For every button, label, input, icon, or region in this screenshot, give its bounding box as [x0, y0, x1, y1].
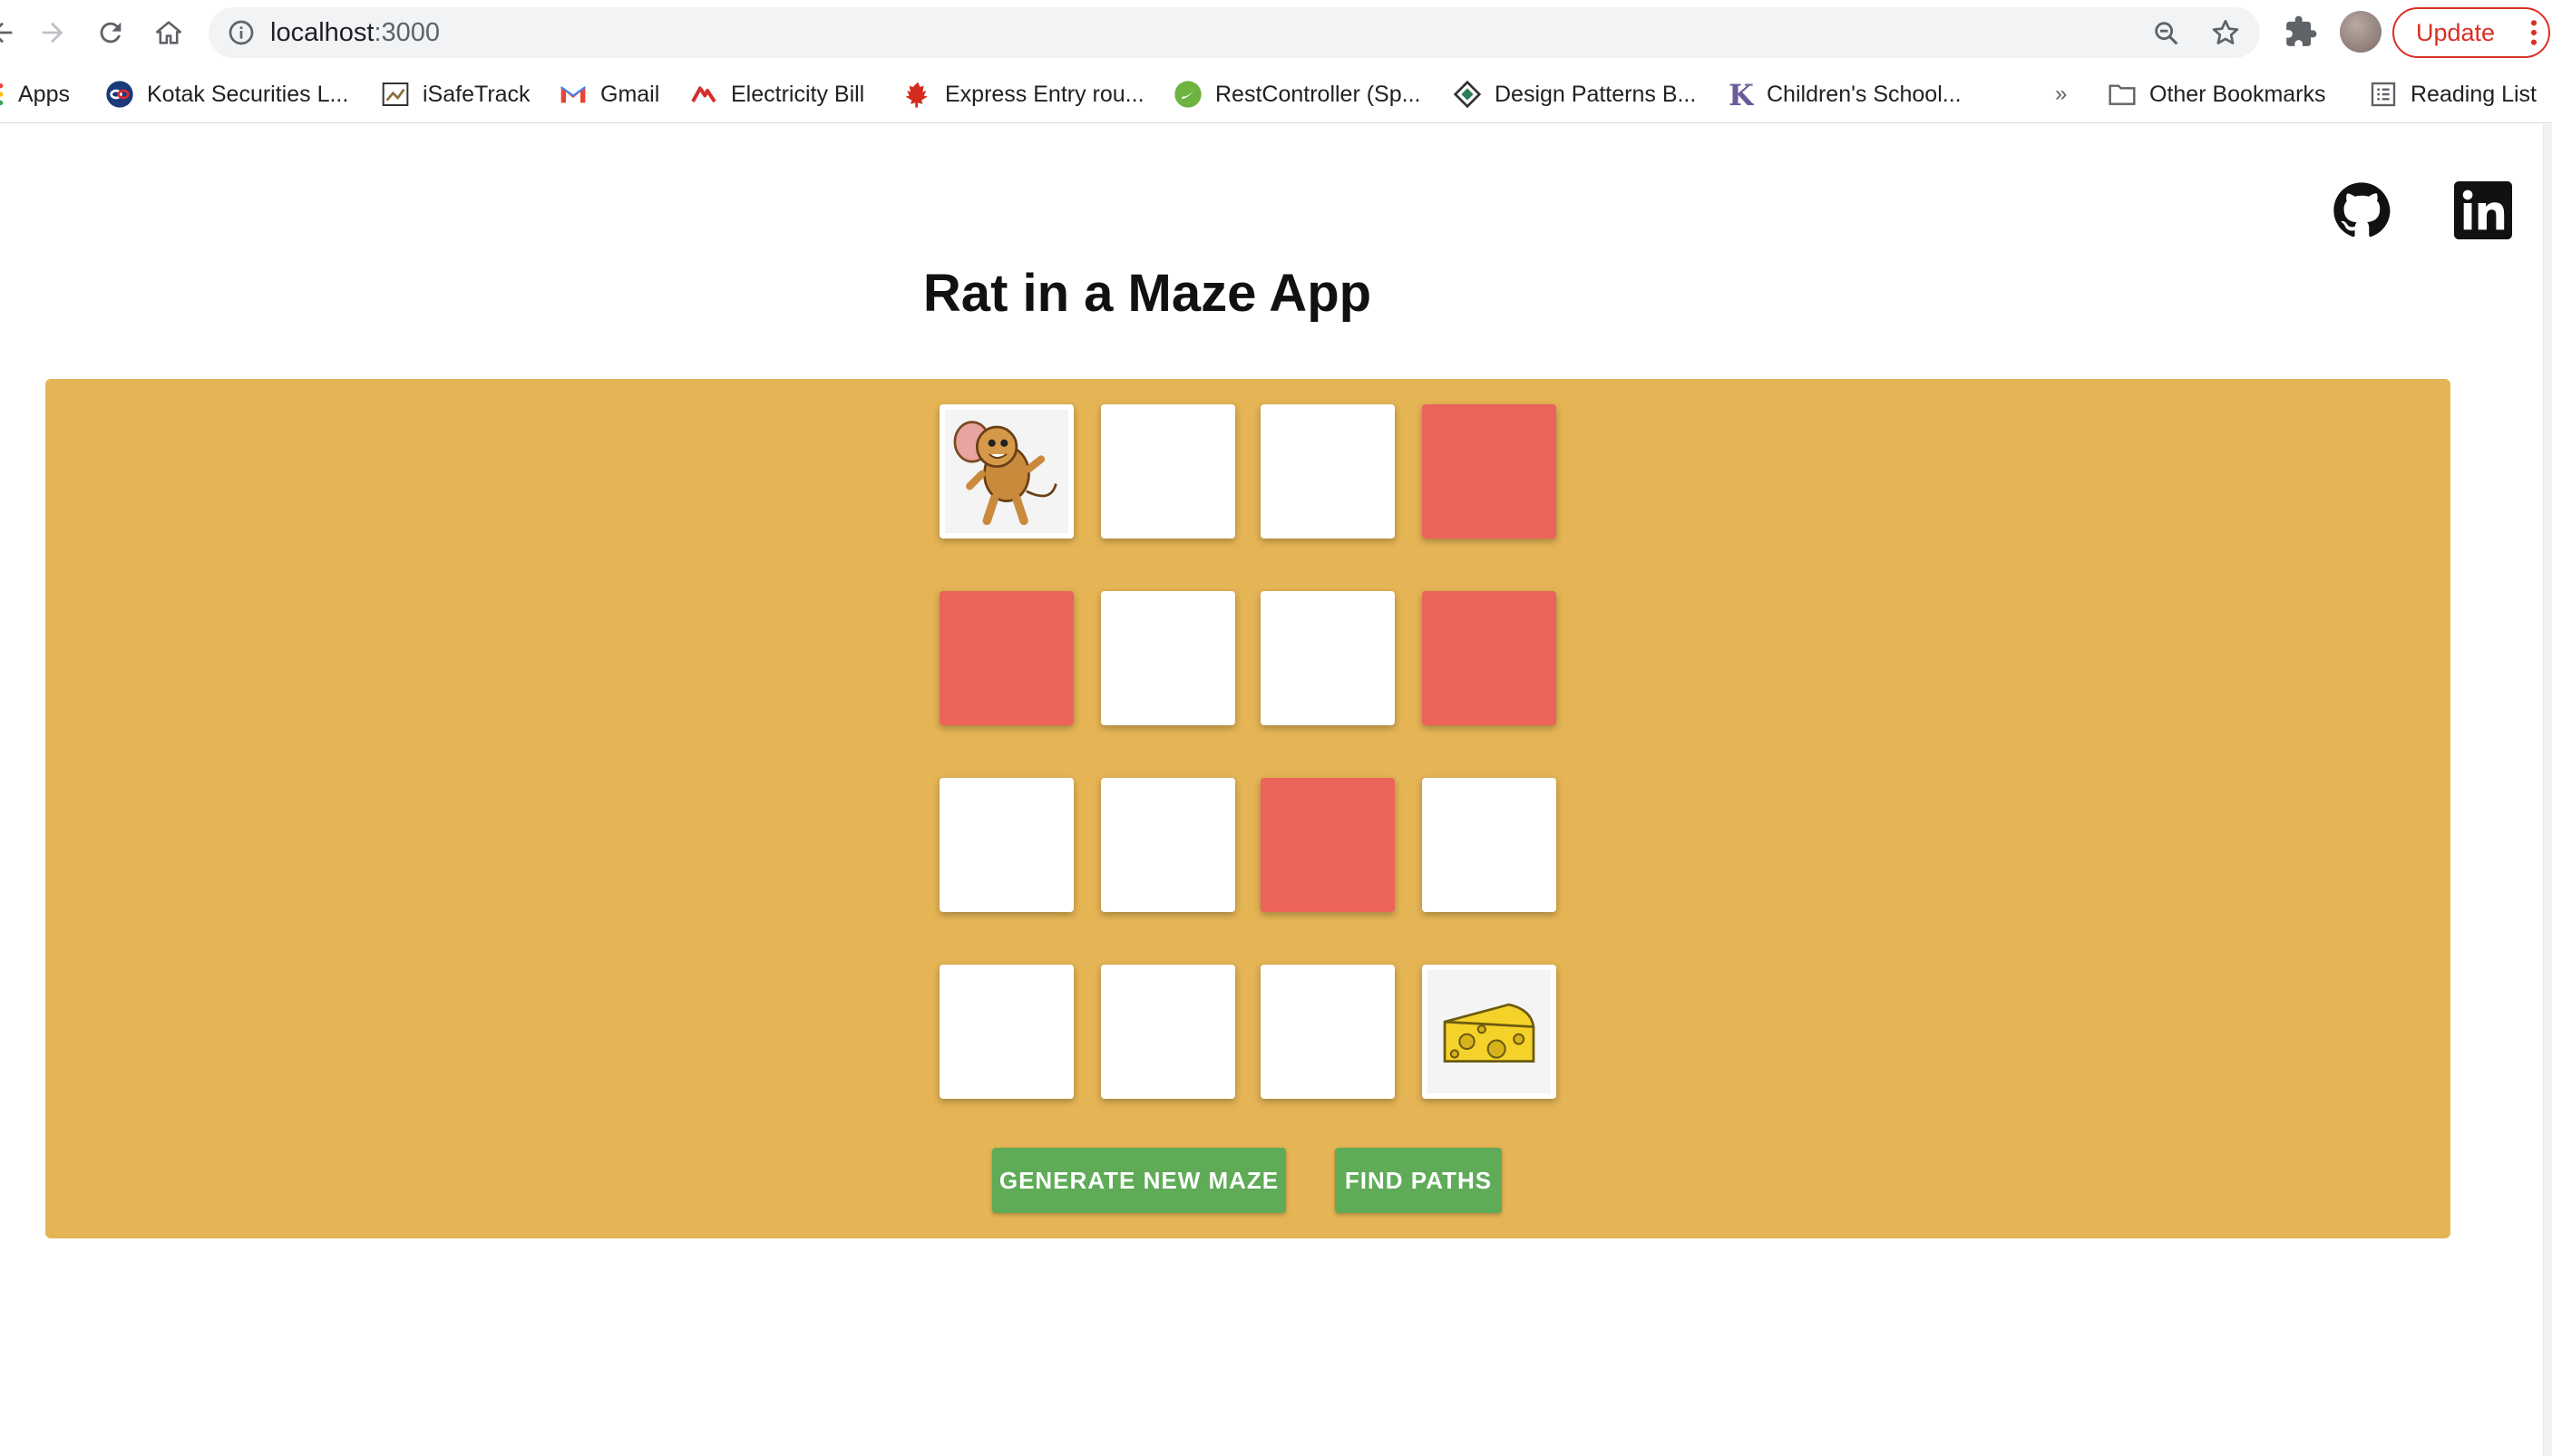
bookmark-restcontroller[interactable]: RestController (Sp... [1174, 65, 1420, 123]
bookmarks-bar: Apps Kotak Securities L... iSafeTrack Gm… [0, 65, 2552, 123]
url-host: localhost [270, 18, 375, 47]
bookmark-label: Kotak Securities L... [147, 81, 349, 107]
maze-cell-cheese[interactable] [1422, 965, 1556, 1099]
generate-new-maze-button[interactable]: GENERATE NEW MAZE [992, 1148, 1286, 1213]
extensions-puzzle-icon[interactable] [2284, 15, 2318, 49]
home-button[interactable] [149, 13, 189, 53]
maze-cell-blocked[interactable] [1422, 404, 1556, 539]
maple-leaf-icon [903, 80, 932, 109]
reading-list-label: Reading List [2411, 81, 2537, 107]
address-bar[interactable]: localhost:3000 [209, 7, 2260, 58]
bookmark-apps[interactable]: Apps [0, 65, 70, 123]
maze-cell-open[interactable] [940, 778, 1074, 912]
design-patterns-icon [1453, 80, 1482, 109]
page-scrollbar[interactable] [2543, 124, 2552, 1456]
kotak-icon [105, 80, 134, 109]
profile-avatar[interactable] [2340, 11, 2382, 53]
zoom-icon[interactable] [2151, 18, 2182, 49]
bookmarks-overflow[interactable]: » [2055, 65, 2067, 123]
browser-toolbar: localhost:3000 Update [0, 0, 2552, 65]
bookmark-electricity[interactable]: Electricity Bill [689, 65, 864, 123]
bookmark-label: Apps [18, 81, 70, 107]
electricity-icon [689, 80, 718, 109]
find-paths-button[interactable]: FIND PATHS [1335, 1148, 1502, 1213]
maze-cell-blocked[interactable] [940, 591, 1074, 725]
svg-text:K: K [1729, 80, 1754, 109]
reading-list-icon [2369, 80, 2398, 109]
maze-cell-open[interactable] [1101, 404, 1235, 539]
reading-list[interactable]: Reading List [2369, 65, 2537, 123]
bookmark-star-icon[interactable] [2209, 16, 2242, 49]
page-title: Rat in a Maze App [922, 264, 1372, 323]
bookmark-express-entry[interactable]: Express Entry rou... [903, 65, 1145, 123]
bookmark-gmail[interactable]: Gmail [559, 65, 659, 123]
isafetrack-icon [381, 80, 410, 109]
maze-cell-blocked[interactable] [1261, 778, 1395, 912]
gmail-icon [559, 80, 588, 109]
k-letter-icon: K [1725, 80, 1754, 109]
spring-icon [1174, 80, 1203, 109]
maze-cell-open[interactable] [1422, 778, 1556, 912]
maze-cell-open[interactable] [1261, 965, 1395, 1099]
url-text[interactable]: localhost:3000 [270, 7, 440, 58]
bookmark-kotak[interactable]: Kotak Securities L... [105, 65, 348, 123]
linkedin-icon[interactable] [2454, 181, 2512, 239]
other-bookmarks[interactable]: Other Bookmarks [2108, 65, 2326, 123]
menu-dots-icon[interactable] [2530, 18, 2537, 47]
url-port: :3000 [374, 18, 441, 47]
apps-grid-icon [0, 80, 7, 109]
maze-cell-open[interactable] [1261, 591, 1395, 725]
bookmark-label: Electricity Bill [731, 81, 865, 107]
bookmark-label: Express Entry rou... [945, 81, 1145, 107]
maze-cell-rat[interactable] [940, 404, 1074, 539]
maze-cell-open[interactable] [1261, 404, 1395, 539]
maze-cell-open[interactable] [1101, 965, 1235, 1099]
bookmark-design-patterns[interactable]: Design Patterns B... [1453, 65, 1696, 123]
site-info-icon[interactable] [227, 18, 256, 47]
bookmark-childrens-school[interactable]: K Children's School... [1725, 65, 1962, 123]
maze-cell-open[interactable] [940, 965, 1074, 1099]
maze-panel: GENERATE NEW MAZE FIND PATHS [45, 379, 2450, 1238]
bookmark-label: Gmail [600, 81, 660, 107]
back-button[interactable] [0, 13, 22, 53]
bookmark-label: iSafeTrack [423, 81, 531, 107]
bookmark-label: Design Patterns B... [1495, 81, 1697, 107]
maze-cell-open[interactable] [1101, 778, 1235, 912]
maze-cell-open[interactable] [1101, 591, 1235, 725]
cheese-icon [1427, 970, 1551, 1093]
update-button[interactable]: Update [2392, 7, 2550, 58]
github-icon[interactable] [2333, 181, 2391, 239]
forward-button[interactable] [33, 13, 73, 53]
folder-icon [2108, 80, 2137, 109]
bookmark-label: RestController (Sp... [1215, 81, 1421, 107]
bookmark-isafetrack[interactable]: iSafeTrack [381, 65, 531, 123]
rat-icon [945, 410, 1068, 533]
bookmark-label: Children's School... [1767, 81, 1962, 107]
reload-button[interactable] [91, 13, 131, 53]
other-bookmarks-label: Other Bookmarks [2149, 81, 2326, 107]
maze-cell-blocked[interactable] [1422, 591, 1556, 725]
update-label: Update [2416, 19, 2496, 46]
